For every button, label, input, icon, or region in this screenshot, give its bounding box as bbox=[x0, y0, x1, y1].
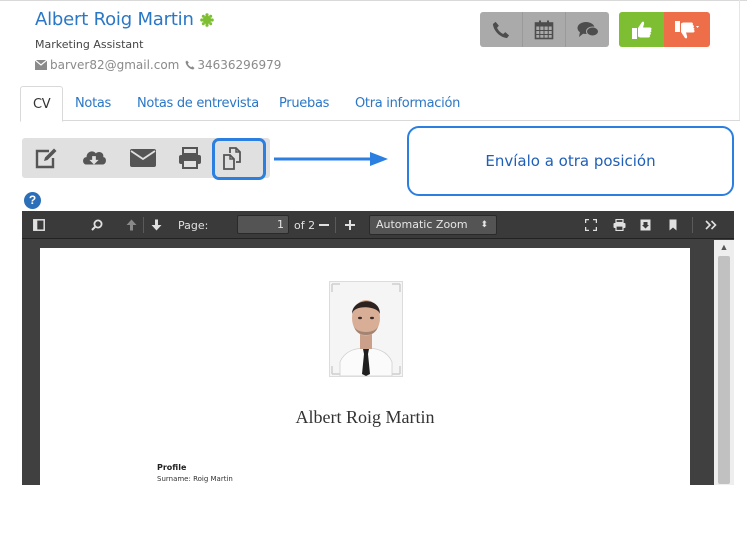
email-icon bbox=[130, 149, 156, 167]
pointer-arrow-icon bbox=[274, 152, 388, 166]
viewer-print-button[interactable] bbox=[613, 211, 626, 239]
zoom-out-button[interactable] bbox=[319, 211, 329, 239]
highlight-ring bbox=[212, 138, 266, 180]
page-total: of 2 bbox=[294, 218, 316, 232]
download-button[interactable] bbox=[81, 146, 107, 170]
edit-icon bbox=[35, 148, 57, 169]
candidate-phone[interactable]: 34636296979 bbox=[197, 58, 281, 72]
tab-notas-de-entrevista[interactable]: Notas de entrevista bbox=[137, 86, 259, 121]
candidate-contact: barver82@gmail.com 34636296979 bbox=[35, 58, 281, 72]
find-button[interactable] bbox=[91, 211, 103, 239]
viewer-download-button[interactable] bbox=[640, 211, 651, 239]
plus-icon bbox=[345, 220, 355, 230]
print-icon bbox=[179, 147, 201, 169]
select-caret-icon: ⬍ bbox=[480, 220, 488, 230]
envelope-icon bbox=[35, 60, 47, 70]
zoom-in-button[interactable] bbox=[345, 211, 355, 239]
sidebar-toggle-button[interactable] bbox=[33, 211, 45, 239]
thumbs-up-icon bbox=[631, 21, 652, 39]
pdf-page: Albert Roig Martin Profile Surname: Roig… bbox=[40, 248, 690, 485]
save-icon bbox=[640, 219, 651, 231]
more-tools-button[interactable] bbox=[705, 211, 717, 239]
page-label: Page: bbox=[178, 218, 209, 232]
arrow-up-icon bbox=[126, 219, 137, 231]
print-icon bbox=[613, 219, 626, 231]
fullscreen-icon bbox=[585, 219, 597, 231]
zoom-select[interactable]: Automatic Zoom ⬍ bbox=[369, 215, 497, 235]
email-button[interactable] bbox=[130, 146, 156, 170]
callout-text: Envíalo a otra posición bbox=[485, 152, 656, 170]
scroll-thumb[interactable] bbox=[718, 256, 730, 484]
document-title: Albert Roig Martin bbox=[295, 407, 435, 427]
edit-button[interactable] bbox=[33, 146, 59, 170]
thumbs-down-icon bbox=[675, 20, 699, 38]
scroll-up-icon[interactable]: ▲ bbox=[714, 240, 734, 254]
search-icon bbox=[91, 219, 103, 231]
tab-pruebas[interactable]: Pruebas bbox=[279, 86, 329, 121]
schedule-button[interactable] bbox=[523, 12, 566, 47]
next-page-button[interactable] bbox=[151, 211, 162, 239]
toolbar-separator bbox=[692, 217, 693, 233]
page-number-input[interactable]: 1 bbox=[237, 215, 289, 234]
tab-cv[interactable]: CV bbox=[20, 86, 64, 122]
candidate-photo-image bbox=[330, 282, 402, 377]
chat-button[interactable] bbox=[566, 12, 609, 47]
chat-icon bbox=[577, 21, 599, 37]
vertical-scrollbar[interactable]: ▲ bbox=[714, 240, 734, 485]
approve-button[interactable] bbox=[619, 12, 664, 47]
minus-icon bbox=[319, 224, 329, 226]
toolbar-separator bbox=[143, 217, 144, 233]
contact-actions bbox=[480, 12, 609, 47]
sidebar-toggle-icon bbox=[33, 219, 45, 231]
calendar-icon bbox=[534, 20, 554, 39]
presentation-mode-button[interactable] bbox=[585, 211, 597, 239]
call-button[interactable] bbox=[480, 12, 523, 47]
previous-page-button[interactable] bbox=[126, 211, 137, 239]
double-chevron-right-icon bbox=[705, 220, 717, 230]
callout-box: Envíalo a otra posición bbox=[407, 126, 734, 196]
bookmark-icon bbox=[669, 219, 677, 231]
arrow-down-icon bbox=[151, 219, 162, 231]
profile-tabs: CV Notas Notas de entrevista Pruebas Otr… bbox=[20, 86, 740, 122]
tab-notas[interactable]: Notas bbox=[75, 86, 111, 121]
candidate-photo bbox=[329, 281, 403, 377]
zoom-value: Automatic Zoom bbox=[376, 218, 468, 231]
toolbar-separator bbox=[335, 217, 336, 233]
candidate-role: Marketing Assistant bbox=[35, 38, 144, 51]
status-badge-icon bbox=[199, 12, 214, 27]
pdf-toolbar: Page: 1 of 2 Automatic Zoom ⬍ bbox=[22, 211, 734, 239]
candidate-header: Albert Roig Martin bbox=[35, 9, 214, 30]
document-section-heading: Profile bbox=[157, 463, 187, 472]
pdf-viewer: Page: 1 of 2 Automatic Zoom ⬍ Albert Roi… bbox=[22, 211, 734, 485]
candidate-name[interactable]: Albert Roig Martin bbox=[35, 9, 194, 30]
top-divider bbox=[0, 0, 747, 1]
help-icon[interactable]: ? bbox=[24, 192, 41, 209]
reject-button[interactable] bbox=[664, 12, 710, 47]
phone-icon bbox=[185, 60, 195, 70]
download-icon bbox=[83, 151, 106, 165]
candidate-email[interactable]: barver82@gmail.com bbox=[50, 58, 179, 72]
document-text-line: Surname: Roig Martin bbox=[157, 475, 233, 483]
bookmark-button[interactable] bbox=[669, 211, 677, 239]
tab-otra-informacion[interactable]: Otra información bbox=[355, 86, 460, 121]
phone-icon bbox=[492, 21, 510, 38]
print-button[interactable] bbox=[177, 146, 203, 170]
